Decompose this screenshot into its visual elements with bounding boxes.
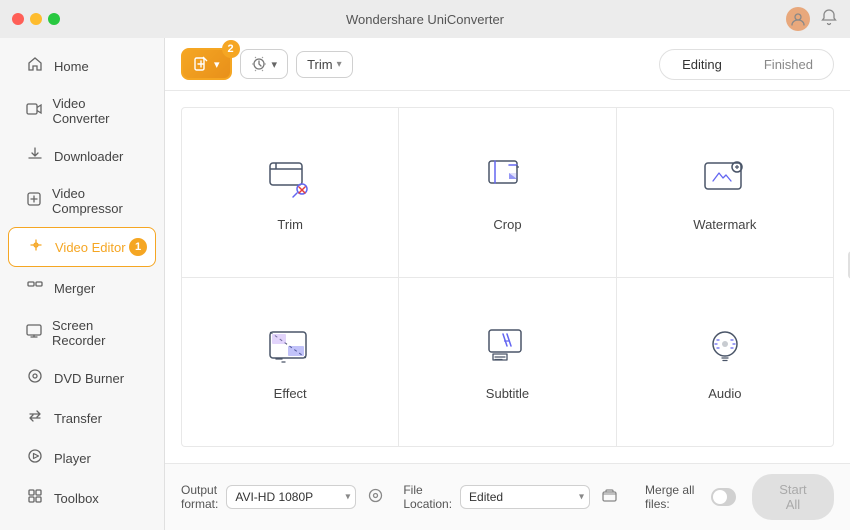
feature-effect[interactable]: Effect <box>182 278 398 447</box>
watermark-icon <box>699 153 751 205</box>
editing-tab-button[interactable]: Editing <box>662 52 742 77</box>
merge-label: Merge all files: <box>645 483 703 511</box>
feature-watermark[interactable]: Watermark <box>617 108 833 277</box>
toolbox-icon <box>26 488 44 508</box>
sidebar-item-video-editor[interactable]: Video Editor 1 <box>8 227 156 267</box>
sidebar: Home Video Converter Downloader Video Co… <box>0 38 165 530</box>
crop-icon <box>481 153 533 205</box>
feature-crop[interactable]: Crop <box>399 108 615 277</box>
crop-label-text: Crop <box>493 217 521 232</box>
output-format-select-wrap: AVI-HD 1080P <box>226 485 356 509</box>
close-button[interactable] <box>12 13 24 25</box>
video-editor-icon <box>27 237 45 257</box>
output-format-settings-button[interactable] <box>364 486 387 509</box>
sidebar-label-downloader: Downloader <box>54 149 123 164</box>
file-location-field: File Location: Edited <box>403 483 621 511</box>
sidebar-item-video-converter[interactable]: Video Converter <box>8 87 156 135</box>
merger-icon <box>26 278 44 298</box>
add-effect-button[interactable]: ▾ <box>240 49 289 79</box>
window-controls[interactable] <box>12 13 60 25</box>
trim-dropdown[interactable]: Trim ▾ <box>296 51 353 78</box>
downloader-icon <box>26 146 44 166</box>
add-effect-label: ▾ <box>272 58 278 71</box>
main-layout: Home Video Converter Downloader Video Co… <box>0 38 850 530</box>
title-bar-right <box>786 7 838 31</box>
feature-subtitle[interactable]: Subtitle <box>399 278 615 447</box>
video-converter-icon <box>26 101 42 121</box>
title-bar: Wondershare UniConverter <box>0 0 850 38</box>
toolbar: ▾ 2 ▾ Trim ▾ Editing Finished <box>165 38 850 91</box>
sidebar-footer <box>0 518 164 530</box>
sidebar-item-home[interactable]: Home <box>8 47 156 85</box>
sidebar-item-video-compressor[interactable]: Video Compressor <box>8 177 156 225</box>
maximize-button[interactable] <box>48 13 60 25</box>
content-area: ▾ 2 ▾ Trim ▾ Editing Finished <box>165 38 850 530</box>
finished-tab-button[interactable]: Finished <box>744 50 833 79</box>
file-location-label: File Location: <box>403 483 452 511</box>
merge-toggle[interactable] <box>711 488 736 506</box>
minimize-button[interactable] <box>30 13 42 25</box>
user-avatar[interactable] <box>786 7 810 31</box>
trim-label-text: Trim <box>277 217 303 232</box>
video-editor-badge: 1 <box>129 238 147 256</box>
sidebar-item-toolbox[interactable]: Toolbox <box>8 479 156 517</box>
sidebar-label-screen-recorder: Screen Recorder <box>52 318 138 348</box>
sidebar-label-video-compressor: Video Compressor <box>52 186 138 216</box>
file-location-browse-button[interactable] <box>598 486 621 509</box>
bottom-bar: Output format: AVI-HD 1080P File Locatio… <box>165 463 850 530</box>
audio-label-text: Audio <box>708 386 741 401</box>
editing-toggle: Editing Finished <box>659 49 834 80</box>
file-location-select-wrap: Edited <box>460 485 590 509</box>
trim-label: Trim <box>307 57 333 72</box>
start-all-button[interactable]: Start All <box>752 474 834 520</box>
video-compressor-icon <box>26 191 42 211</box>
sidebar-item-dvd-burner[interactable]: DVD Burner <box>8 359 156 397</box>
merge-section: Merge all files: <box>645 483 736 511</box>
output-format-select[interactable]: AVI-HD 1080P <box>226 485 356 509</box>
sidebar-label-video-editor: Video Editor <box>55 240 126 255</box>
screen-recorder-icon <box>26 323 42 343</box>
output-format-field: Output format: AVI-HD 1080P <box>181 483 387 511</box>
player-icon <box>26 448 44 468</box>
sidebar-label-merger: Merger <box>54 281 95 296</box>
feature-trim[interactable]: Trim <box>182 108 398 277</box>
add-file-label: ▾ <box>214 58 220 71</box>
notification-icon[interactable] <box>820 8 838 31</box>
feature-audio[interactable]: Audio <box>617 278 833 447</box>
output-format-label: Output format: <box>181 483 218 511</box>
sidebar-label-player: Player <box>54 451 91 466</box>
effect-icon <box>264 322 316 374</box>
sidebar-label-video-converter: Video Converter <box>52 96 138 126</box>
sidebar-label-transfer: Transfer <box>54 411 102 426</box>
sidebar-item-transfer[interactable]: Transfer <box>8 399 156 437</box>
watermark-label-text: Watermark <box>693 217 756 232</box>
app-title: Wondershare UniConverter <box>346 12 504 27</box>
sidebar-item-screen-recorder[interactable]: Screen Recorder <box>8 309 156 357</box>
subtitle-label-text: Subtitle <box>486 386 529 401</box>
add-file-badge: 2 <box>222 40 240 58</box>
sidebar-label-home: Home <box>54 59 89 74</box>
trim-chevron-icon: ▾ <box>337 59 342 70</box>
sidebar-item-merger[interactable]: Merger <box>8 269 156 307</box>
sidebar-label-dvd-burner: DVD Burner <box>54 371 124 386</box>
feature-grid: Trim Crop <box>181 107 834 447</box>
add-file-button-wrap: ▾ 2 <box>181 48 232 80</box>
sidebar-label-toolbox: Toolbox <box>54 491 99 506</box>
dvd-burner-icon <box>26 368 44 388</box>
trim-icon <box>264 153 316 205</box>
sidebar-item-downloader[interactable]: Downloader <box>8 137 156 175</box>
file-location-select[interactable]: Edited <box>460 485 590 509</box>
effect-label-text: Effect <box>274 386 307 401</box>
home-icon <box>26 56 44 76</box>
audio-icon <box>699 322 751 374</box>
sidebar-item-player[interactable]: Player <box>8 439 156 477</box>
subtitle-icon <box>481 322 533 374</box>
transfer-icon <box>26 408 44 428</box>
